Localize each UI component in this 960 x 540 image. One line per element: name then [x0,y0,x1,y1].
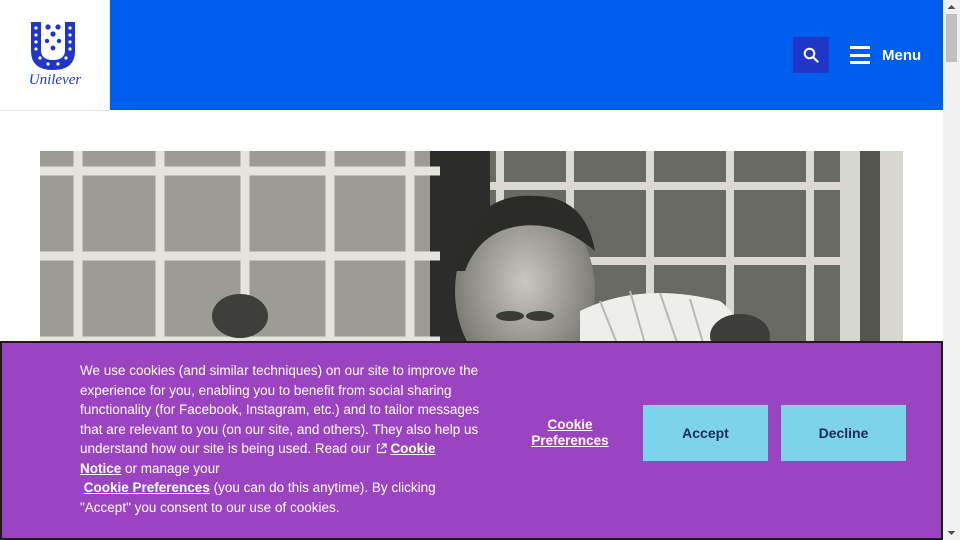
unilever-logo[interactable]: Unilever [0,0,110,111]
scrollbar-thumb[interactable] [946,14,957,62]
search-icon [803,47,819,63]
cookie-banner: We use cookies (and similar techniques) … [0,341,943,540]
cookie-text-middle: or manage your [125,460,220,476]
cookie-preferences-button[interactable]: Cookie Preferences [524,417,616,449]
accept-button[interactable]: Accept [643,405,768,461]
cookie-preferences-inline-link[interactable]: Cookie Preferences [84,480,210,495]
scroll-up-arrow-icon[interactable] [943,0,960,14]
decline-button[interactable]: Decline [781,405,906,461]
page: Unilever Menu We use cookies (and simila… [0,0,960,540]
scroll-down-arrow-icon[interactable] [943,526,960,540]
hamburger-icon [850,45,870,65]
menu-button[interactable]: Menu [850,37,921,73]
search-button[interactable] [793,37,829,73]
menu-label: Menu [882,46,922,64]
external-link-icon [377,443,388,454]
logo-wordmark: Unilever [28,72,82,88]
unilever-u-logo-icon [31,22,75,70]
cookie-banner-text: We use cookies (and similar techniques) … [80,361,480,517]
site-header: Unilever Menu [0,0,943,111]
vertical-scrollbar[interactable] [943,0,960,540]
